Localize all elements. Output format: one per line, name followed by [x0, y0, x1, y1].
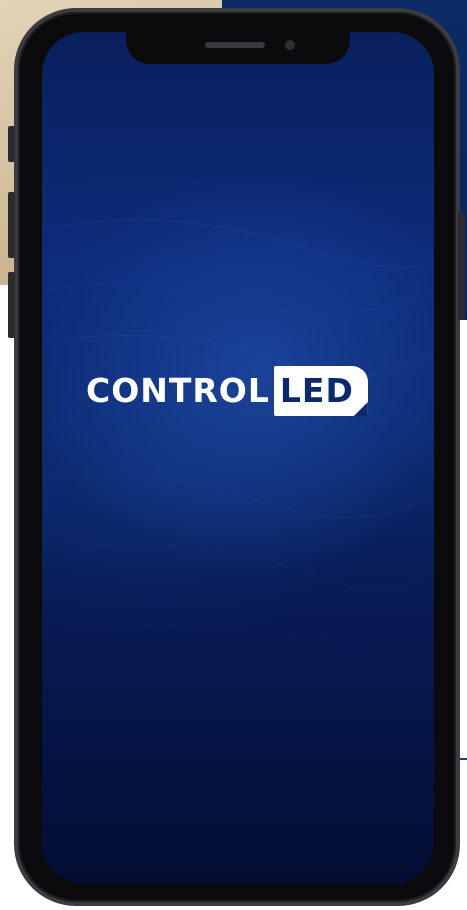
app-logo: CONTROL LED	[86, 366, 368, 416]
phone-side-button-power	[458, 212, 465, 320]
phone-side-button-mute	[8, 126, 15, 162]
phone-screen	[42, 32, 434, 884]
phone-side-button-volume-down	[8, 272, 15, 338]
front-camera	[285, 40, 295, 50]
logo-highlight-box: LED	[273, 366, 368, 416]
logo-text-main: CONTROL	[86, 371, 270, 410]
logo-text-highlight: LED	[279, 371, 354, 410]
screen-texture	[42, 179, 434, 653]
phone-side-button-volume-up	[8, 192, 15, 258]
earpiece-speaker	[205, 42, 265, 48]
